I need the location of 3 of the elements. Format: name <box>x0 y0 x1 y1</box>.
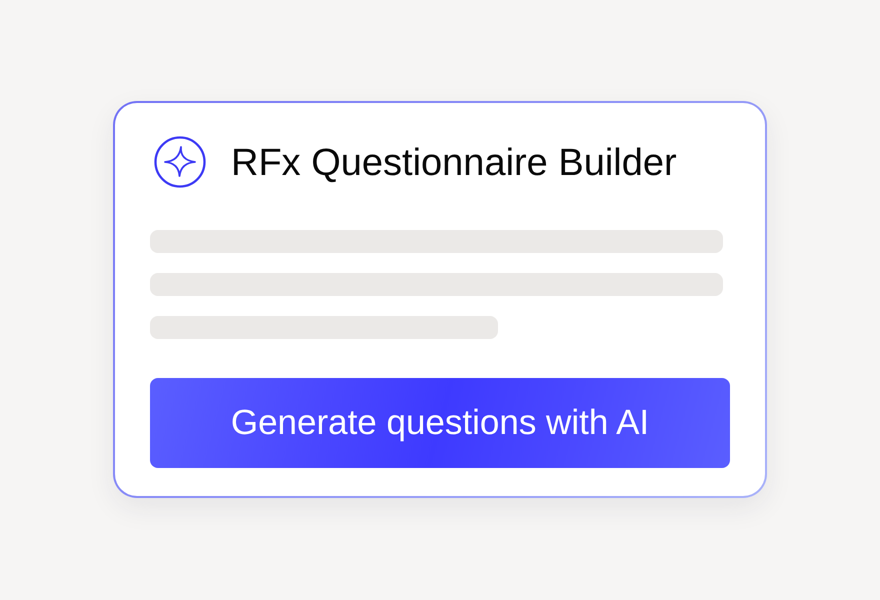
sparkle-icon <box>154 136 206 188</box>
card-title: RFx Questionnaire Builder <box>231 140 677 186</box>
generate-button[interactable]: Generate questions with AI <box>150 378 730 468</box>
